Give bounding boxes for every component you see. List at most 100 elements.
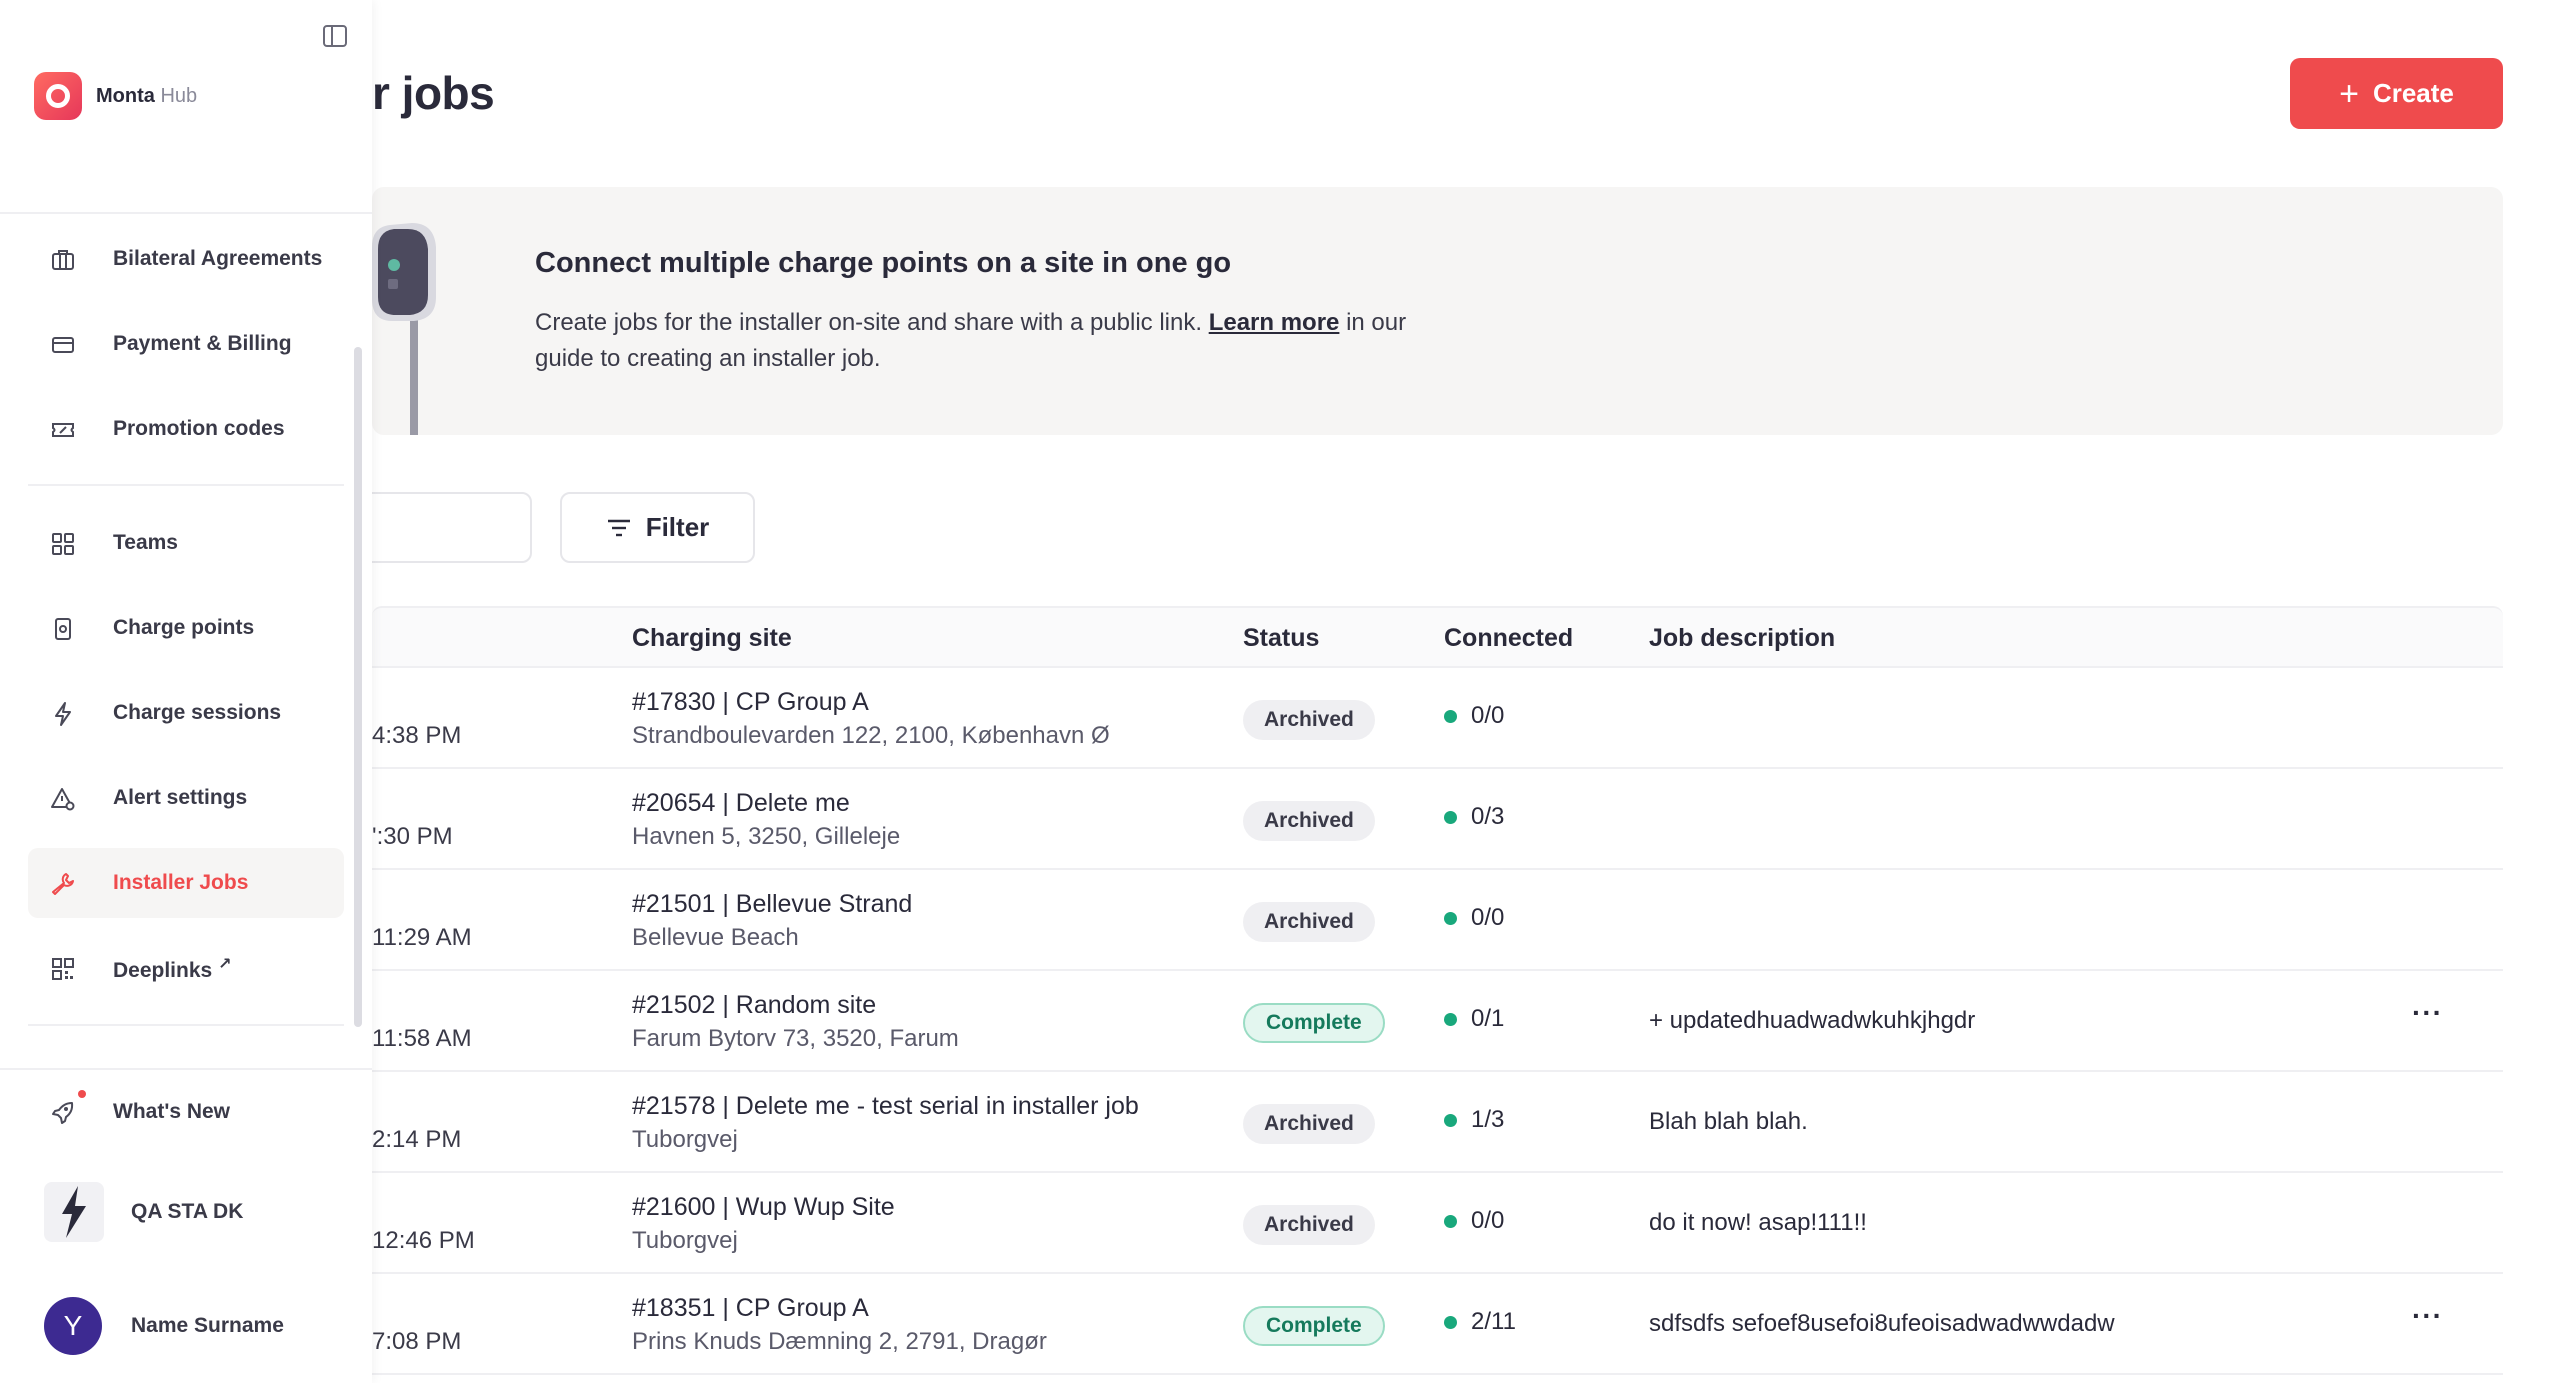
column-header-description[interactable]: Job description <box>1649 624 1835 653</box>
table-row[interactable]: ':30 PM #20654 | Delete me Havnen 5, 3250,… <box>372 769 2503 870</box>
table-row[interactable]: 4:38 PM #17830 | CP Group A Strandboulevar… <box>372 668 2503 769</box>
status-dot-icon <box>1444 1113 1457 1127</box>
learn-more-link[interactable]: Learn more <box>1209 309 1340 336</box>
job-date: ':30 PM <box>372 823 453 850</box>
sidebar-scrollbar[interactable] <box>354 347 362 1027</box>
status-badge: Archived <box>1243 902 1375 942</box>
column-header-status[interactable]: Status <box>1243 624 1319 653</box>
status-badge: Archived <box>1243 1205 1375 1245</box>
filter-icon <box>607 519 630 536</box>
site-name: #18351 | CP Group A <box>632 1294 869 1322</box>
status-badge: Archived <box>1243 700 1375 740</box>
info-banner: Connect multiple charge points on a site… <box>372 187 2503 435</box>
table-row[interactable]: 2:14 PM #21578 | Delete me - test serial … <box>372 1072 2503 1173</box>
site-name: #21502 | Random site <box>632 991 877 1019</box>
status-badge: Complete <box>1243 1003 1385 1043</box>
sidebar-item-teams[interactable]: Teams <box>28 508 344 578</box>
job-description: Blah blah blah. <box>1649 1108 1808 1135</box>
site-address: Farum Bytorv 73, 3520, Farum <box>632 1025 959 1052</box>
more-options-icon[interactable]: ··· <box>2412 1300 2443 1332</box>
status-dot-icon <box>1444 1012 1457 1026</box>
qr-code-icon <box>52 958 74 980</box>
rocket-icon <box>52 1102 74 1124</box>
status-badge: Archived <box>1243 1104 1375 1144</box>
table-row[interactable]: 12:46 PM #21600 | Wup Wup Site Tuborgvej Ar… <box>372 1173 2503 1274</box>
sidebar-item-charge-sessions[interactable]: Charge sessions <box>28 678 344 748</box>
column-header-site[interactable]: Charging site <box>632 624 792 653</box>
job-description: sdfsdfs sefoef8usefoi8ufeoisadwadwwdadw <box>1649 1310 2115 1337</box>
banner-title: Connect multiple charge points on a site… <box>535 247 1232 279</box>
status-dot-icon <box>1444 810 1457 824</box>
wrench-icon <box>52 873 74 895</box>
site-address: Havnen 5, 3250, Gilleleje <box>632 823 901 850</box>
jobs-table: Charging site Status Connected Job descr… <box>372 606 2503 1375</box>
sidebar-item-deeplinks[interactable]: Deeplinks ↗ <box>28 933 344 1003</box>
job-date: 2:14 PM <box>372 1126 462 1153</box>
sidebar-item-installer-jobs[interactable]: Installer Jobs <box>28 848 344 918</box>
brand-name: Monta Hub <box>96 84 198 107</box>
site-address: Tuborgvej <box>632 1227 738 1254</box>
sidebar: Monta Hub Bilateral Agreements Payment &… <box>0 0 372 1383</box>
sidebar-toggle-icon[interactable] <box>322 24 348 48</box>
create-button[interactable]: + Create <box>2290 58 2503 129</box>
sidebar-item-label: Deeplinks ↗ <box>113 955 232 982</box>
table-row[interactable]: 7:08 PM #18351 | CP Group A Prins Knuds Dæ… <box>372 1274 2503 1375</box>
sidebar-item-promotion-codes[interactable]: Promotion codes <box>28 394 344 464</box>
org-name[interactable]: QA STA DK <box>131 1200 243 1224</box>
filter-button-label: Filter <box>645 512 710 542</box>
sidebar-item-bilateral-agreements[interactable]: Bilateral Agreements <box>28 224 344 294</box>
sidebar-item-label: Charge points <box>113 616 255 639</box>
connected-count: 0/0 <box>1444 1207 1504 1235</box>
site-address: Tuborgvej <box>632 1126 738 1153</box>
connected-count: 0/3 <box>1444 803 1504 831</box>
site-name: #21501 | Bellevue Strand <box>632 890 913 918</box>
sidebar-item-label: What's New <box>113 1100 231 1123</box>
create-button-label: Create <box>2372 78 2454 108</box>
status-dot-icon <box>1444 911 1457 925</box>
page-title: r jobs <box>372 67 495 119</box>
connected-count: 0/0 <box>1444 904 1504 932</box>
connected-count: 1/3 <box>1444 1106 1504 1134</box>
main-content: r jobs + Create Connect multiple charge … <box>0 0 2560 1383</box>
org-logo-icon[interactable] <box>44 1182 104 1242</box>
external-link-icon: ↗ <box>218 955 232 973</box>
brand[interactable]: Monta Hub <box>34 72 197 120</box>
sidebar-item-charge-points[interactable]: Charge points <box>28 593 344 663</box>
banner-text-before: Create jobs for the installer on-site an… <box>535 309 1209 336</box>
job-description: + updatedhuadwadwkuhkjhgdr <box>1649 1007 1976 1034</box>
site-address: Strandboulevarden 122, 2100, København Ø <box>632 722 1110 749</box>
table-row[interactable]: 11:58 AM #21502 | Random site Farum Bytorv… <box>372 971 2503 1072</box>
sidebar-item-alert-settings[interactable]: Alert settings <box>28 763 344 833</box>
table-row[interactable]: 11:29 AM #21501 | Bellevue Strand Bellevue… <box>372 870 2503 971</box>
job-date: 11:29 AM <box>372 924 472 951</box>
alert-settings-icon <box>51 788 75 811</box>
sidebar-item-payment-billing[interactable]: Payment & Billing <box>28 309 344 379</box>
filter-button[interactable]: Filter <box>560 492 755 563</box>
credit-card-icon <box>52 337 74 353</box>
ticket-icon <box>52 423 74 437</box>
status-badge: Complete <box>1243 1306 1385 1346</box>
connected-count: 0/1 <box>1444 1005 1504 1033</box>
site-address: Bellevue Beach <box>632 924 799 951</box>
lightning-icon <box>55 702 71 726</box>
status-dot-icon <box>1444 1315 1457 1329</box>
sidebar-item-whats-new[interactable]: What's New <box>28 1077 344 1147</box>
sidebar-item-label: Payment & Billing <box>113 332 292 355</box>
sidebar-item-label: Charge sessions <box>113 701 282 724</box>
plus-icon: + <box>2339 74 2359 113</box>
more-options-icon[interactable]: ··· <box>2412 997 2443 1029</box>
sidebar-item-label: Teams <box>113 531 178 554</box>
charge-point-icon <box>55 618 71 640</box>
sidebar-item-label: Bilateral Agreements <box>113 247 323 270</box>
job-date: 4:38 PM <box>372 722 462 749</box>
charger-illustration-icon <box>372 223 436 435</box>
job-date: 11:58 AM <box>372 1025 472 1052</box>
briefcase-icon <box>52 250 74 270</box>
user-name[interactable]: Name Surname <box>131 1314 284 1338</box>
connected-count: 2/11 <box>1444 1308 1516 1336</box>
job-date: 7:08 PM <box>372 1328 462 1355</box>
job-description: do it now! asap!111!! <box>1649 1209 1867 1236</box>
sidebar-item-label: Promotion codes <box>113 417 285 440</box>
avatar[interactable]: Y <box>44 1297 102 1355</box>
column-header-connected[interactable]: Connected <box>1444 624 1573 653</box>
